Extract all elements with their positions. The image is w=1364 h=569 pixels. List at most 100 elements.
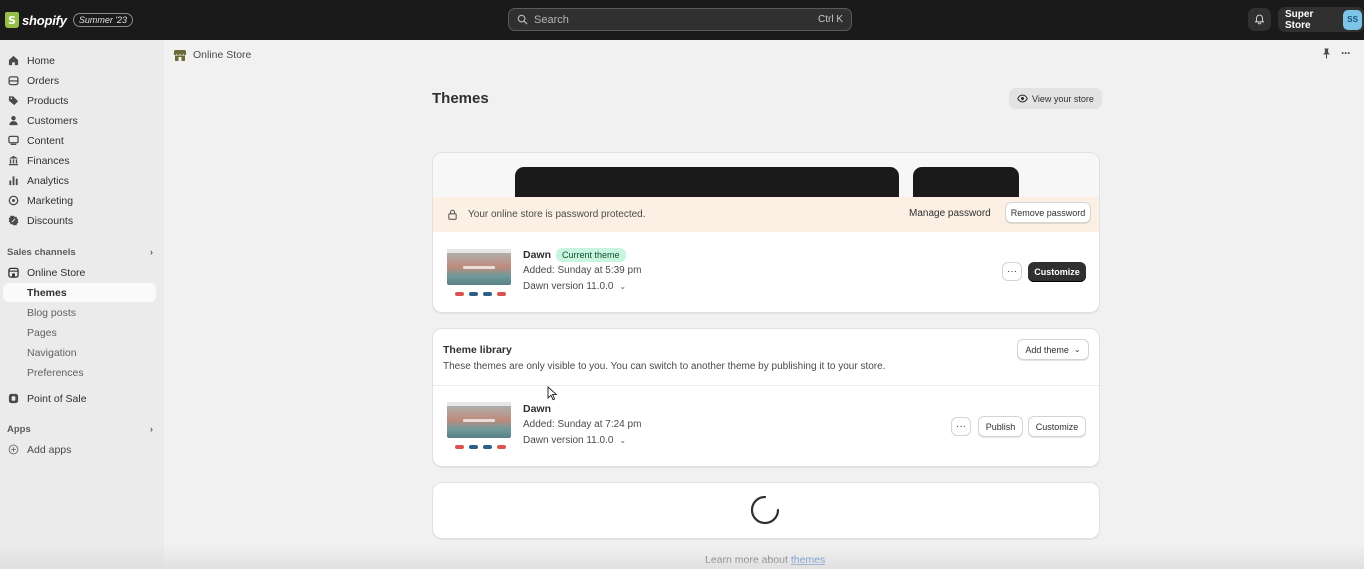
eye-icon <box>1017 94 1028 103</box>
sidebar-item-customers[interactable]: Customers <box>3 111 156 130</box>
customize-button[interactable]: Customize <box>1028 262 1086 282</box>
view-store-button[interactable]: View your store <box>1009 88 1102 109</box>
theme-actions-button[interactable]: ··· <box>1002 262 1022 281</box>
plus-circle-icon <box>8 444 19 455</box>
sidebar-item-content[interactable]: Content <box>3 131 156 150</box>
apps-header[interactable]: Apps › <box>7 424 153 435</box>
shopify-bag-icon: S <box>5 12 19 28</box>
learn-more-prefix: Learn more about <box>705 554 791 566</box>
add-theme-button[interactable]: Add theme ⌄ <box>1017 339 1089 360</box>
sidebar-item-label: Point of Sale <box>27 392 87 405</box>
orders-icon <box>8 75 19 86</box>
storefront-icon <box>173 50 187 61</box>
sidebar-item-online-store[interactable]: Online Store <box>3 263 156 282</box>
sidebar-item-point-of-sale[interactable]: Point of Sale <box>3 389 156 408</box>
sidebar-item-marketing[interactable]: Marketing <box>3 191 156 210</box>
sidebar-item-orders[interactable]: Orders <box>3 71 156 90</box>
publish-button[interactable]: Publish <box>978 416 1023 437</box>
theme-version-toggle[interactable]: Dawn version 11.0.0 ⌄ <box>523 435 626 446</box>
search-shortcut: Ctrl K <box>818 14 843 25</box>
sidebar-item-analytics[interactable]: Analytics <box>3 171 156 190</box>
sidebar-item-add-apps[interactable]: Add apps <box>3 440 156 459</box>
swatch <box>497 445 506 449</box>
page-title: Themes <box>432 90 489 107</box>
manage-password-link[interactable]: Manage password <box>909 208 991 219</box>
theme-library-description: These themes are only visible to you. Yo… <box>443 361 886 372</box>
theme-added: Added: Sunday at 7:24 pm <box>523 419 642 430</box>
sidebar-item-navigation[interactable]: Navigation <box>3 343 156 362</box>
swatch <box>483 292 492 296</box>
search-placeholder: Search <box>534 13 569 26</box>
more-actions-icon[interactable]: ··· <box>1341 47 1351 62</box>
top-bar: S shopify Summer '23 Search Ctrl K Super… <box>0 0 1364 40</box>
notifications-button[interactable] <box>1248 8 1271 31</box>
sidebar-item-pages[interactable]: Pages <box>3 323 156 342</box>
customize-button[interactable]: Customize <box>1028 416 1086 437</box>
theme-thumbnail <box>447 399 511 453</box>
view-store-label: View your store <box>1032 93 1094 104</box>
sidebar-item-finances[interactable]: Finances <box>3 151 156 170</box>
theme-thumbnail-image <box>447 249 511 285</box>
theme-added: Added: Sunday at 5:39 pm <box>523 265 642 276</box>
theme-actions-button[interactable]: ··· <box>951 417 971 436</box>
edition-badge[interactable]: Summer '23 <box>72 13 134 27</box>
sidebar-item-label: Analytics <box>27 174 70 187</box>
pos-icon <box>8 393 19 404</box>
pin-icon[interactable] <box>1322 48 1331 62</box>
sidebar-item-blog-posts[interactable]: Blog posts <box>3 303 156 322</box>
breadcrumb[interactable]: Online Store <box>173 48 251 62</box>
sales-channels-label: Sales channels <box>7 247 76 258</box>
sidebar-item-label: Orders <box>27 74 60 87</box>
shopify-logo[interactable]: S shopify <box>5 12 67 28</box>
swatch <box>483 445 492 449</box>
sidebar-item-discounts[interactable]: Discounts <box>3 211 156 230</box>
sidebar-item-products[interactable]: Products <box>3 91 156 110</box>
home-icon <box>8 55 19 66</box>
apps-label: Apps <box>7 424 31 435</box>
current-theme-badge: Current theme <box>556 248 626 262</box>
bottom-shadow <box>0 545 1364 569</box>
avatar: SS <box>1343 9 1362 30</box>
chevron-down-icon: ⌄ <box>1073 345 1081 354</box>
sidebar-item-home[interactable]: Home <box>3 51 156 70</box>
theme-version: Dawn version 11.0.0 <box>523 435 614 446</box>
sidebar-item-label: Products <box>27 94 69 107</box>
color-swatches <box>455 292 506 296</box>
swatch <box>455 445 464 449</box>
sidebar-item-label: Add apps <box>27 443 72 456</box>
swatch <box>455 292 464 296</box>
theme-version: Dawn version 11.0.0 <box>523 281 614 292</box>
tag-icon <box>8 95 19 106</box>
sidebar-item-label: Marketing <box>27 194 74 207</box>
theme-preview <box>433 153 1099 197</box>
sidebar-item-label: Finances <box>27 154 70 167</box>
swatch <box>469 445 478 449</box>
themes-link[interactable]: themes <box>791 554 825 566</box>
store-menu-button[interactable]: Super Store SS <box>1278 7 1364 32</box>
sidebar-item-preferences[interactable]: Preferences <box>3 363 156 382</box>
sidebar-item-label: Home <box>27 54 56 67</box>
sales-channels-header[interactable]: Sales channels › <box>7 247 153 258</box>
sidebar-item-label: Discounts <box>27 214 74 227</box>
sidebar-item-themes[interactable]: Themes <box>3 283 156 302</box>
theme-name: Dawn <box>523 249 552 261</box>
lock-icon <box>448 209 457 220</box>
theme-name: Dawn <box>523 403 552 415</box>
bank-icon <box>8 155 19 166</box>
current-theme-card: Your online store is password protected.… <box>432 152 1100 313</box>
search-input[interactable]: Search Ctrl K <box>508 8 852 31</box>
theme-thumbnail-image <box>447 402 511 438</box>
password-banner: Your online store is password protected. <box>433 197 1099 232</box>
divider <box>433 385 1099 386</box>
theme-version-toggle[interactable]: Dawn version 11.0.0 ⌄ <box>523 281 626 292</box>
mobile-preview <box>913 167 1019 197</box>
sidebar-item-label: Customers <box>27 114 78 127</box>
content-icon <box>8 135 19 146</box>
swatch <box>497 292 506 296</box>
sidebar-item-label: Online Store <box>27 266 86 279</box>
remove-password-button[interactable]: Remove password <box>1005 202 1091 223</box>
bell-icon <box>1254 14 1265 25</box>
chevron-right-icon: › <box>149 424 153 435</box>
sidebar-item-label: Content <box>27 134 64 147</box>
theme-thumbnail <box>447 246 511 300</box>
